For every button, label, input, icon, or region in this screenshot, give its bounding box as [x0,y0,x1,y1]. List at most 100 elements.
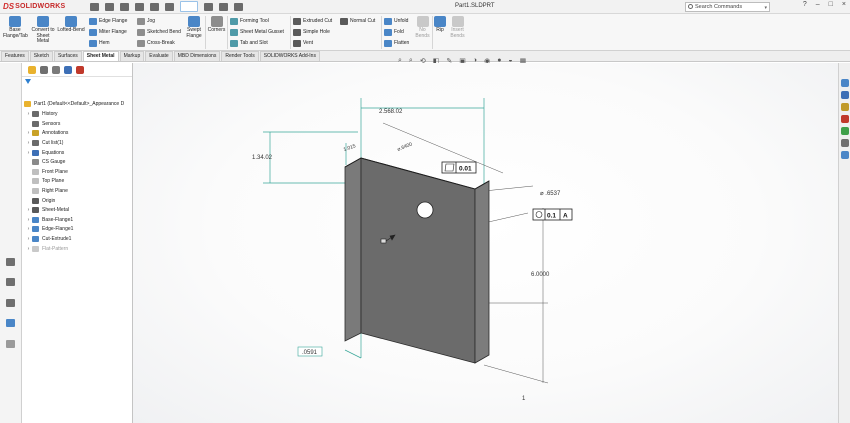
forming-tool-button[interactable]: Forming Tool [230,16,269,26]
tab-evaluate[interactable]: Evaluate [145,51,173,61]
solidworks-resources-icon[interactable] [841,79,849,87]
swept-flange-button[interactable]: Swept Flange [183,14,205,39]
undo-icon[interactable] [6,340,15,348]
fold-button[interactable]: Fold [384,27,404,37]
edge-flange-button[interactable]: Edge Flange [89,16,127,26]
tab-solidworks-add-ins[interactable]: SOLIDWORKS Add-Ins [259,51,320,61]
tree-filter[interactable] [22,77,132,87]
flatten-button[interactable]: Flatten [384,38,409,48]
filter-icon[interactable] [25,79,31,84]
minimize-button[interactable]: – [816,1,820,8]
tree-item-right-plane[interactable]: Right Plane [25,186,68,196]
height-dimension[interactable]: 1.34.02 [252,155,273,161]
tree-item-annotations[interactable]: › Annotations [25,129,68,139]
tab-sketch[interactable]: Sketch [29,51,54,61]
sheet-metal-gusset-button[interactable]: Sheet Metal Gusset [230,27,284,37]
configuration-manager-tab-icon[interactable] [52,65,60,74]
tab-markup[interactable]: Markup [119,51,145,61]
tree-item-sheet-metal[interactable]: › Sheet-Metal [25,206,69,216]
vent-button[interactable]: Vent [293,38,313,48]
expand-arrow-icon[interactable]: › [25,130,32,136]
left-flange[interactable] [344,157,362,342]
save-icon[interactable] [135,2,144,11]
rip-button[interactable]: Rip [433,14,447,34]
expand-arrow-icon[interactable]: › [25,236,32,242]
flatness-frame[interactable]: 0.01 [441,161,477,174]
lofted-bend-button[interactable]: Lofted-Bend [57,14,85,34]
undo-icon[interactable] [165,2,174,11]
new-document-icon[interactable] [105,2,114,11]
display-manager-tab-icon[interactable] [76,65,84,74]
select-icon[interactable] [180,1,198,12]
home-icon[interactable] [90,2,99,11]
file-properties-icon[interactable] [219,2,228,11]
open-icon[interactable] [120,2,129,11]
extruded-cut-button[interactable]: Extruded Cut [293,16,332,26]
position-frame[interactable]: 0.1 A [532,208,573,221]
mate-icon[interactable] [6,299,15,307]
expand-arrow-icon[interactable]: › [25,226,32,232]
tree-item-base-flange1[interactable]: › Base-Flange1 [25,215,73,225]
view-palette-icon[interactable] [841,115,849,123]
cut-list-icon[interactable] [6,278,15,286]
corners-button[interactable]: Corners [207,14,226,34]
tree-item-cut-extrude1[interactable]: › Cut-Extrude1 [25,234,71,244]
miter-flange-button[interactable]: Miter Flange [89,27,127,37]
tree-root-part[interactable]: Part1 (Default<<Default>_Appearance D [24,99,124,109]
width-dimension[interactable]: 2.568.02 [379,109,403,115]
unfold-button[interactable]: Unfold [384,16,408,26]
tree-item-cs-gauge[interactable]: CS Gauge [25,158,65,168]
rebuild-icon[interactable] [204,2,213,11]
length-dimension[interactable]: 6.0000 [531,272,550,278]
base-flange-button[interactable]: Base Flange/Tab [3,14,28,39]
tree-item-cut-list-1[interactable]: › Cut list(1) [25,138,63,148]
tree-item-flat-pattern[interactable]: › Flat-Pattern [25,244,68,254]
tree-item-front-plane[interactable]: Front Plane [25,167,68,177]
thickness-dimension[interactable]: .0591 [302,350,318,356]
forum-icon[interactable] [841,151,849,159]
print-icon[interactable] [150,2,159,11]
tab-render-tools[interactable]: Render Tools [221,51,259,61]
hole-diameter-dimension[interactable]: ⌀ .6537 [540,191,561,197]
cut-hole[interactable] [416,201,434,219]
tab-features[interactable]: Features [1,51,29,61]
tree-item-sensors[interactable]: Sensors [25,119,60,129]
chevron-down-icon[interactable]: ▾ [764,4,767,12]
tree-item-edge-flange1[interactable]: › Edge-Flange1 [25,225,73,235]
sheet-metal-icon[interactable] [6,258,15,266]
reference-diameter[interactable]: ⌀.6400 [397,141,414,152]
graphics-area[interactable]: 2.568.02 1.34.02 1.015 ⌀.6400 ⌀ .6537 6.… [133,63,838,423]
expand-arrow-icon[interactable]: › [25,111,32,117]
feature-manager-tab-icon[interactable] [28,65,36,74]
hem-button[interactable]: Hem [89,38,110,48]
tree-item-origin[interactable]: Origin [25,196,55,206]
convert-sheet-metal-button[interactable]: Convert to Sheet Metal [30,14,56,45]
expand-arrow-icon[interactable]: › [25,140,32,146]
options-icon[interactable] [234,2,243,11]
jog-button[interactable]: Jog [137,16,155,26]
appearances-icon[interactable] [841,127,849,135]
tree-item-history[interactable]: › History [25,110,58,120]
app-logo[interactable]: DS SOLIDWORKS [0,2,86,11]
right-flange[interactable] [474,180,490,364]
property-manager-tab-icon[interactable] [40,65,48,74]
normal-cut-button[interactable]: Normal Cut [340,16,375,26]
expand-arrow-icon[interactable]: › [25,217,32,223]
file-explorer-icon[interactable] [841,103,849,111]
maximize-button[interactable]: □ [829,1,833,8]
help-button[interactable]: ? [803,1,807,8]
appearance-icon[interactable] [6,319,15,327]
close-button[interactable]: × [842,1,846,8]
expand-arrow-icon[interactable]: › [25,246,32,252]
tree-item-equations[interactable]: › Equations [25,148,64,158]
tab-sheet-metal[interactable]: Sheet Metal [82,51,119,61]
search-commands-input[interactable]: Search Commands ▾ [685,2,770,12]
simple-hole-button[interactable]: Simple Hole [293,27,330,37]
sketched-bend-button[interactable]: Sketched Bend [137,27,181,37]
tree-item-top-plane[interactable]: Top Plane [25,177,64,187]
tab-surfaces[interactable]: Surfaces [54,51,82,61]
tab-and-slot-button[interactable]: Tab and Slot [230,38,268,48]
custom-properties-icon[interactable] [841,139,849,147]
depth-dimension[interactable]: 1.015 [343,143,357,153]
cross-break-button[interactable]: Cross-Break [137,38,175,48]
